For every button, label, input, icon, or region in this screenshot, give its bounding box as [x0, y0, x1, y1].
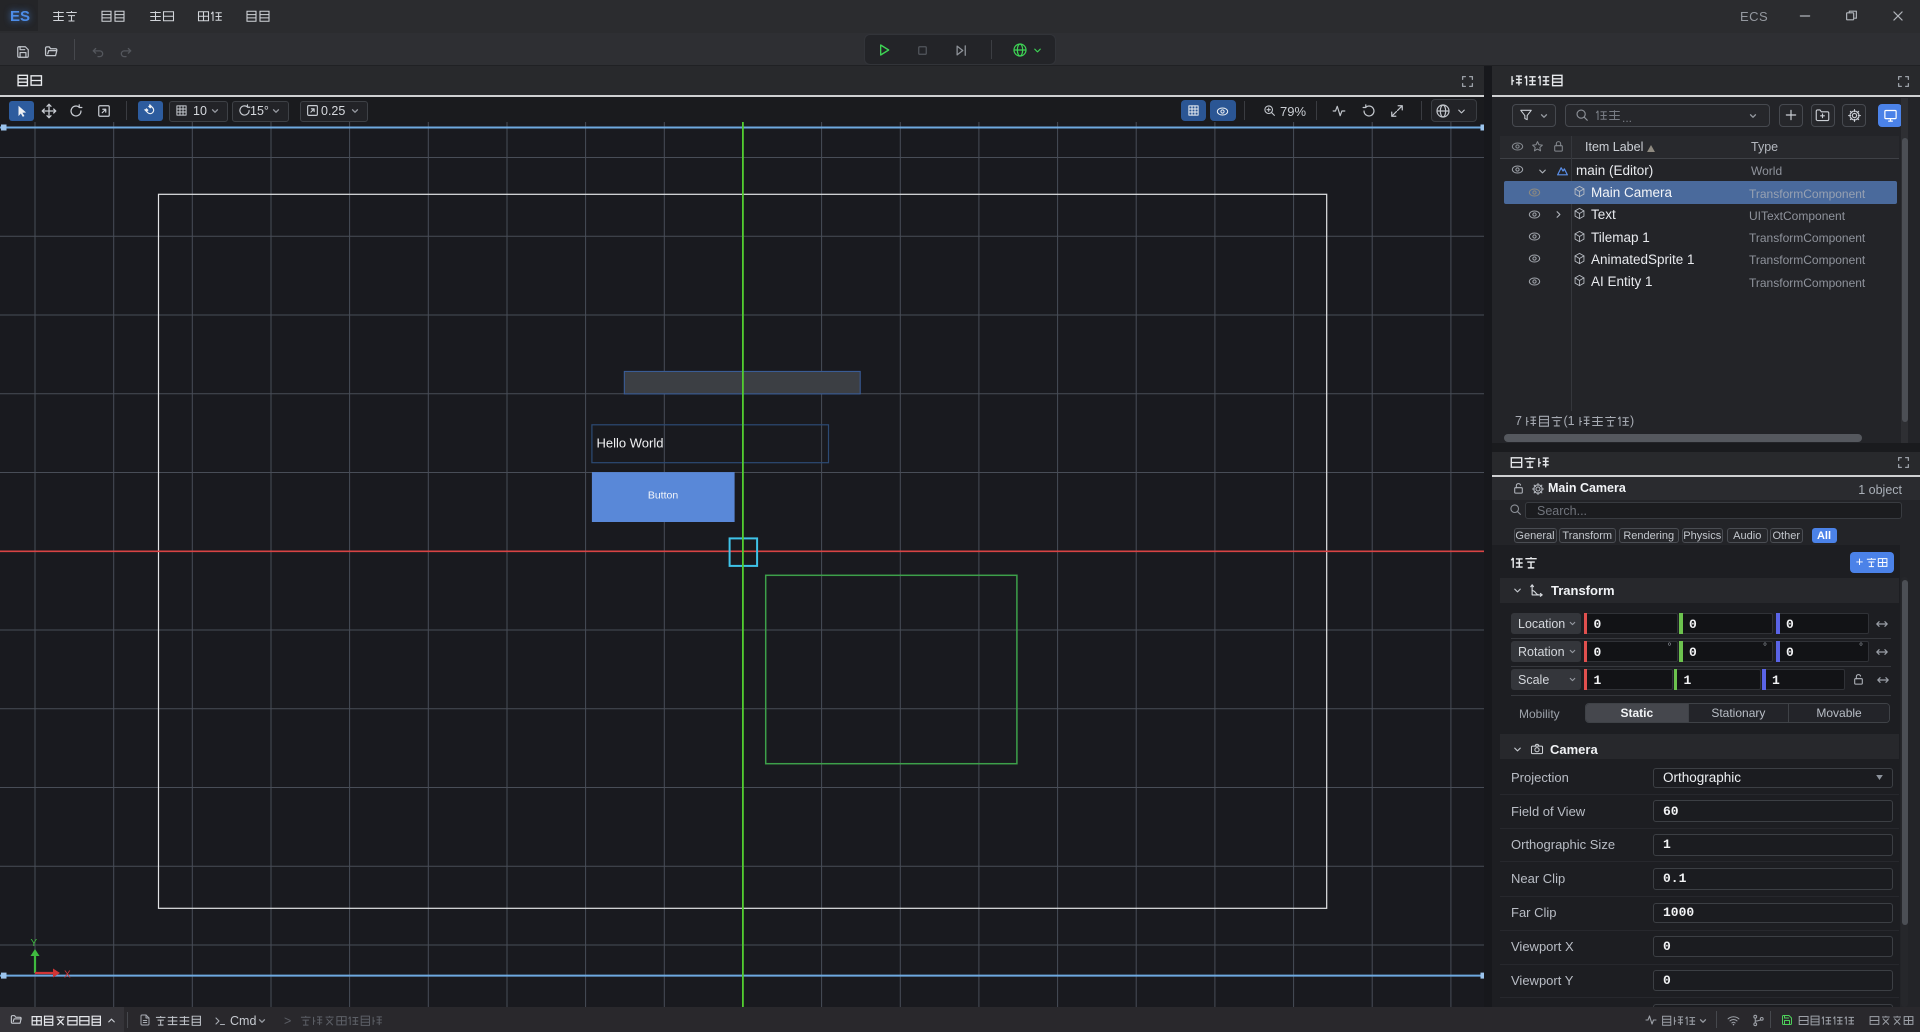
svg-text:Button: Button — [648, 490, 679, 502]
svg-text:Hello World: Hello World — [597, 436, 664, 451]
svg-text:X: X — [64, 970, 71, 981]
svg-text:Y: Y — [31, 938, 38, 949]
